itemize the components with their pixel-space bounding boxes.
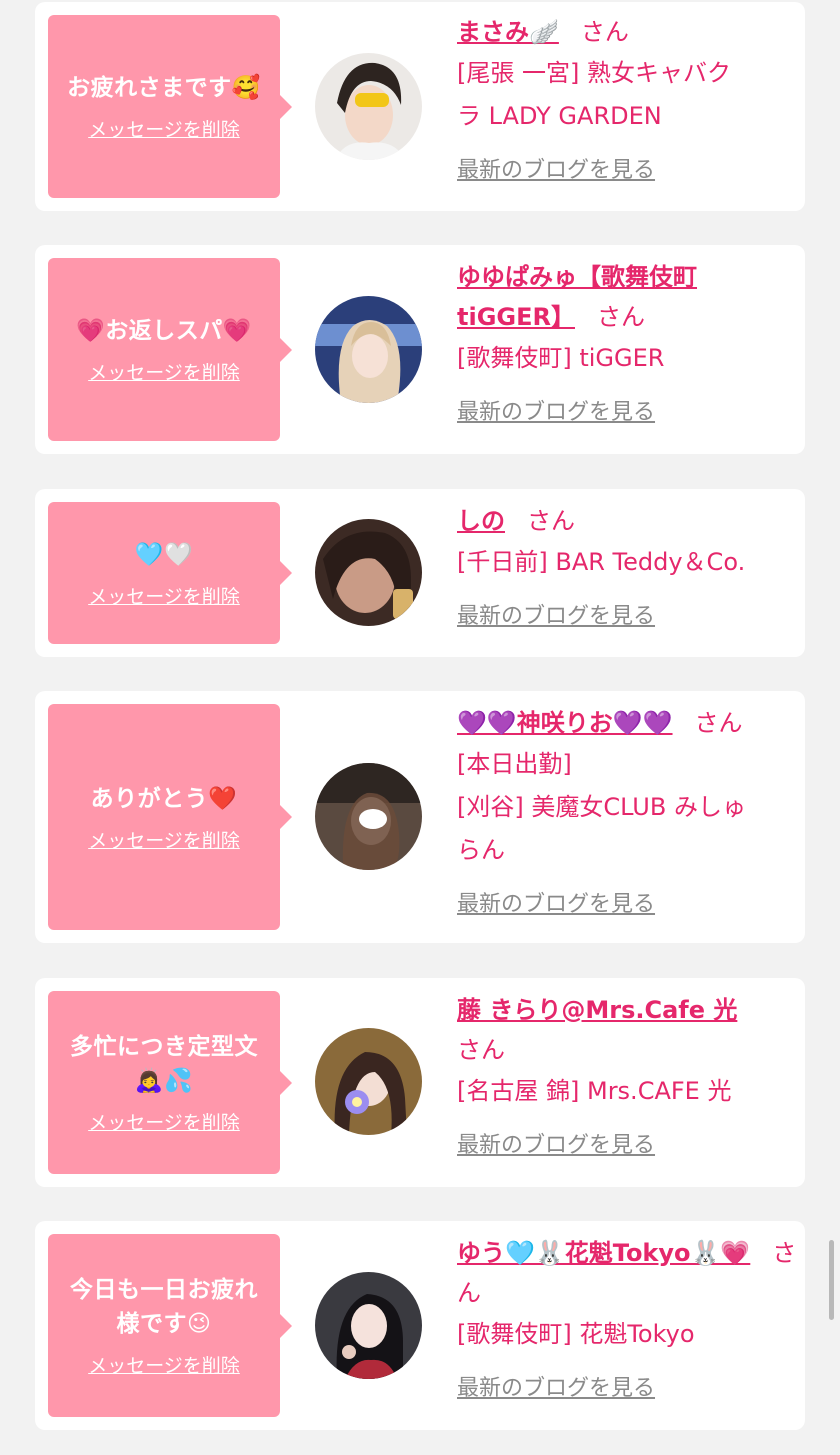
user-name-link[interactable]: 藤 きらり@Mrs.Cafe 光 bbox=[457, 996, 737, 1024]
honorific: さん bbox=[596, 303, 645, 331]
avatar[interactable] bbox=[315, 53, 422, 160]
view-blog-link[interactable]: 最新のブログを見る bbox=[457, 152, 655, 184]
delete-message-link[interactable]: メッセージを削除 bbox=[88, 826, 240, 853]
card-info: まさみ🪽 さん [尾張 一宮] 熟女キャバク ラ LADY GARDEN 最新のブ… bbox=[457, 12, 797, 184]
card-info: 藤 きらり@Mrs.Cafe 光さん [名古屋 錦] Mrs.CAFE 光 最新… bbox=[457, 990, 797, 1159]
message-bubble: 💗お返しスパ💗 メッセージを削除 bbox=[48, 258, 292, 441]
scrollbar[interactable] bbox=[829, 1240, 834, 1320]
avatar[interactable] bbox=[315, 519, 422, 626]
shop-text: [刈谷] 美魔女CLUB みしゅ bbox=[457, 793, 746, 821]
shop-text: らん bbox=[457, 836, 505, 864]
avatar[interactable] bbox=[315, 763, 422, 870]
message-bubble: 🩵🤍 メッセージを削除 bbox=[48, 502, 292, 644]
list-item: お疲れさまです🥰 メッセージを削除 まさみ🪽 さん [尾張 一宮] 熟女キャバク … bbox=[35, 2, 805, 211]
delete-message-link[interactable]: メッセージを削除 bbox=[88, 115, 240, 142]
message-text: 多忙につき定型文 bbox=[70, 1034, 258, 1060]
user-name-link[interactable]: 💜💜神咲りお💜💜 bbox=[457, 709, 673, 737]
avatar[interactable] bbox=[315, 1028, 422, 1135]
list-item: 多忙につき定型文 🙇‍♀️💦 メッセージを削除 藤 きらり@Mrs.Cafe 光… bbox=[35, 978, 805, 1187]
card-info: しの さん [千日前] BAR Teddy＆Co. 最新のブログを見る bbox=[457, 501, 797, 630]
delete-message-link[interactable]: メッセージを削除 bbox=[88, 582, 240, 609]
honorific: さん bbox=[457, 1036, 505, 1064]
shop-text: [千日前] BAR Teddy＆Co. bbox=[457, 548, 746, 576]
message-text: 🙇‍♀️💦 bbox=[134, 1068, 194, 1094]
avatar[interactable] bbox=[315, 1272, 422, 1379]
shop-text: [歌舞伎町] tiGGER bbox=[457, 344, 665, 372]
card-info: 💜💜神咲りお💜💜 さん [本日出勤] [刈谷] 美魔女CLUB みしゅ らん 最新… bbox=[457, 703, 797, 918]
user-name-link[interactable]: しの bbox=[457, 507, 505, 535]
shop-text: ラ LADY GARDEN bbox=[457, 102, 662, 130]
message-text: お疲れさまです🥰 bbox=[67, 75, 261, 101]
avatar[interactable] bbox=[315, 296, 422, 403]
message-bubble: 多忙につき定型文 🙇‍♀️💦 メッセージを削除 bbox=[48, 991, 292, 1174]
view-blog-link[interactable]: 最新のブログを見る bbox=[457, 1127, 655, 1159]
message-bubble: 今日も一日お疲れ 様です😉 メッセージを削除 bbox=[48, 1234, 292, 1417]
user-name-link[interactable]: まさみ🪽 bbox=[457, 18, 559, 46]
view-blog-link[interactable]: 最新のブログを見る bbox=[457, 394, 655, 426]
view-blog-link[interactable]: 最新のブログを見る bbox=[457, 1370, 655, 1402]
shop-text: [歌舞伎町] 花魁Tokyo bbox=[457, 1320, 695, 1348]
message-bubble: お疲れさまです🥰 メッセージを削除 bbox=[48, 15, 292, 198]
list-item: ありがとう❤️ メッセージを削除 💜💜神咲りお💜💜 さん [本日出勤] [刈谷] … bbox=[35, 691, 805, 943]
message-text: 今日も一日お疲れ bbox=[70, 1277, 258, 1303]
message-bubble: ありがとう❤️ メッセージを削除 bbox=[48, 704, 292, 930]
user-name-link[interactable]: ゆう🩵🐰花魁Tokyo🐰💗 bbox=[457, 1239, 750, 1267]
list-item: 💗お返しスパ💗 メッセージを削除 ゆゆぱみゅ【歌舞伎町 tiGGER】 さん [歌… bbox=[35, 245, 805, 454]
delete-message-link[interactable]: メッセージを削除 bbox=[88, 1108, 240, 1135]
delete-message-link[interactable]: メッセージを削除 bbox=[88, 1351, 240, 1378]
honorific: さん bbox=[580, 18, 629, 46]
message-text: ありがとう❤️ bbox=[90, 785, 238, 812]
shop-text: [名古屋 錦] Mrs.CAFE 光 bbox=[457, 1077, 732, 1105]
delete-message-link[interactable]: メッセージを削除 bbox=[88, 358, 240, 385]
card-info: ゆゆぱみゅ【歌舞伎町 tiGGER】 さん [歌舞伎町] tiGGER 最新のブロ… bbox=[457, 257, 797, 426]
view-blog-link[interactable]: 最新のブログを見る bbox=[457, 886, 655, 918]
honorific: さん bbox=[527, 507, 575, 535]
honorific: さん bbox=[694, 709, 743, 737]
message-text: 🩵🤍 bbox=[134, 541, 194, 568]
view-blog-link[interactable]: 最新のブログを見る bbox=[457, 598, 655, 630]
message-text: 💗お返しスパ💗 bbox=[76, 318, 252, 344]
user-name-link[interactable]: ゆゆぱみゅ【歌舞伎町 tiGGER】 bbox=[457, 263, 697, 331]
list-item: 🩵🤍 メッセージを削除 しの さん [千日前] BAR Teddy＆Co. 最新の… bbox=[35, 489, 805, 657]
card-info: ゆう🩵🐰花魁Tokyo🐰💗 さん [歌舞伎町] 花魁Tokyo 最新のブログを見る bbox=[457, 1233, 797, 1402]
shop-text: [尾張 一宮] 熟女キャバク bbox=[457, 59, 731, 87]
shop-text: [本日出勤] bbox=[457, 750, 572, 778]
message-text: 様です😉 bbox=[116, 1311, 212, 1337]
list-item: 今日も一日お疲れ 様です😉 メッセージを削除 ゆう🩵🐰花魁Tokyo🐰💗 さん [… bbox=[35, 1221, 805, 1430]
